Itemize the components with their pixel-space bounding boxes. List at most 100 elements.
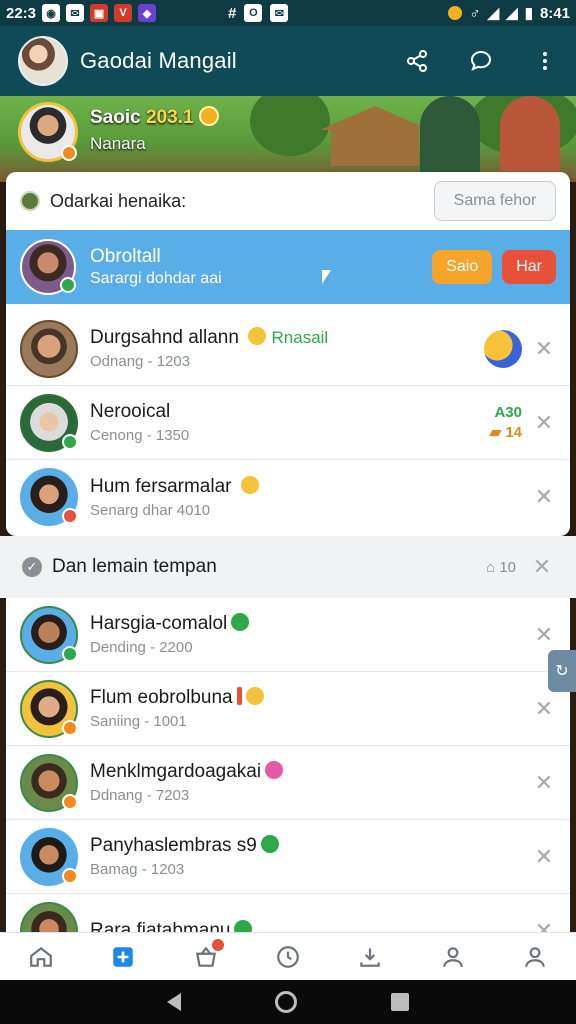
recents-button[interactable] [391,993,409,1011]
group-icon [20,191,40,211]
contact-subtitle: Odnang - 1203 [90,353,191,370]
clock-icon [277,945,299,968]
banner-character [500,96,560,182]
mouse-cursor-icon [322,270,331,284]
close-icon[interactable]: ✕ [532,336,556,361]
app-title: Gaodai Mangail [80,48,237,73]
header-action-button[interactable]: Sama fehor [434,181,556,221]
emoji-icon [248,327,267,345]
wifi-icon: ◢ [487,5,500,22]
chat-button[interactable] [464,44,498,78]
banner-tree [250,96,330,156]
list-item[interactable]: Panyhaslembras s9 Bamag - 1203 ✕ [6,820,570,894]
close-icon[interactable]: ✕ [532,770,556,795]
back-button[interactable] [167,993,181,1011]
list-item[interactable]: Hum fersarmalar Senarg dhar 4010 ✕ [6,460,570,534]
user-avatar[interactable] [18,102,78,162]
home-button[interactable] [275,991,297,1013]
stat-bottom: 14 [505,423,522,441]
reward-icon [484,329,522,368]
nav-history[interactable] [268,937,308,977]
close-icon[interactable]: ✕ [532,844,556,869]
contact-name: Hum fersarmalar [90,475,232,497]
nav-shop[interactable] [186,937,226,977]
contact-tag: Rnasail [271,328,329,347]
avatar [20,679,78,738]
group-avatar[interactable] [18,36,68,86]
status-badge [62,867,78,884]
banner-score: 203.1 [145,107,194,128]
nav-add[interactable] [103,937,143,977]
avatar [20,393,78,452]
key-icon: ♂ [469,4,481,22]
status-badge [62,719,78,736]
hashtag-icon: # [228,4,237,22]
status-badge [61,145,77,161]
chest-icon: ▰ [489,423,502,441]
contact-subtitle: Cenong - 1350 [90,427,190,444]
active-chat-subtitle: Sarargi dohdar aai [90,270,222,287]
chat-bubble-icon [470,50,492,71]
profile-banner: Saoic 203.1 Nanara [0,96,576,182]
online-badge [62,645,78,662]
list-item[interactable]: Durgsahnd allann Rnasail Odnang - 1203 ✕ [6,312,570,386]
status-badge [62,508,78,524]
avatar [20,901,78,934]
avatar [20,605,78,664]
active-chat-row[interactable]: Obroltall Sarargi dohdar aai Saio Har [6,230,570,304]
contact-name: Panyhaslembras s9 [90,835,257,856]
nav-profile[interactable] [515,937,555,977]
banner-name-line: Saoic 203.1 [90,106,219,129]
plus-box-icon [113,946,134,967]
notification-icon: O [244,4,263,22]
side-drawer-handle[interactable]: ↻ [548,650,576,692]
banner-character [420,96,480,182]
contact-subtitle: Senarg dhar 4010 [90,501,211,519]
close-icon[interactable]: ✕ [532,622,556,647]
list-item[interactable]: Rara fiatabmanu ✕ [6,894,570,934]
contact-name: Nerooical [90,401,171,422]
accept-button[interactable]: Saio [432,250,493,284]
person-icon [525,946,545,967]
banner-name: Saoic [90,107,141,128]
close-icon[interactable]: ✕ [530,554,554,579]
close-icon[interactable]: ✕ [532,410,556,435]
contact-subtitle: Ddnang - 7203 [90,787,190,804]
coin-icon [198,106,219,126]
decline-button[interactable]: Har [502,250,556,284]
list-item[interactable]: Menklmgardoagakai Ddnang - 7203 ✕ [6,746,570,820]
nav-home[interactable] [21,937,61,977]
friends-list: Harsgia-comalol Dending - 2200 ✕ Flum eo… [6,598,570,934]
active-chat-name: Obroltall [90,246,161,267]
download-icon [360,947,381,967]
notification-icon: V [114,4,133,22]
chat-card: Odarkai henaika: Sama fehor Obroltall Sa… [6,172,570,536]
section-count: ⌂ 10 [486,559,516,576]
list-item[interactable]: Flum eobrolbuna Saniing - 1001 ✕ [6,672,570,746]
list-item[interactable]: Nerooical Cenong - 1350 A30 ▰ 14 ✕ [6,386,570,460]
contact-name: Flum eobrolbuna [90,687,233,708]
list-item[interactable]: Harsgia-comalol Dending - 2200 ✕ [6,598,570,672]
close-icon[interactable]: ✕ [532,696,556,721]
contact-subtitle: Saniing - 1001 [90,713,187,730]
emoji-icon [240,475,259,494]
nav-friends[interactable] [433,937,473,977]
share-button[interactable] [400,44,434,78]
contact-name: Menklmgardoagakai [90,761,262,782]
contact-name: Harsgia-comalol [90,613,228,634]
emoji-icon [260,835,279,853]
emoji-icon [231,613,250,631]
status-time: 22:3 [6,4,37,22]
notification-icon: ✉ [66,4,85,22]
more-options-button[interactable] [528,44,562,78]
contact-subtitle: Dending - 2200 [90,639,193,656]
close-icon[interactable]: ✕ [532,484,556,509]
notification-badge [211,938,224,951]
card-header: Odarkai henaika: Sama fehor [6,172,570,230]
contact-subtitle: Bamag - 1203 [90,861,185,878]
nav-download[interactable] [350,937,390,977]
section-header: ✓ Dan lemain tempan ⌂ 10 ✕ [0,536,576,598]
notification-icon: ◉ [42,4,61,22]
exclamation-icon [236,687,242,705]
contact-stats: A30 ▰ 14 [490,403,522,443]
